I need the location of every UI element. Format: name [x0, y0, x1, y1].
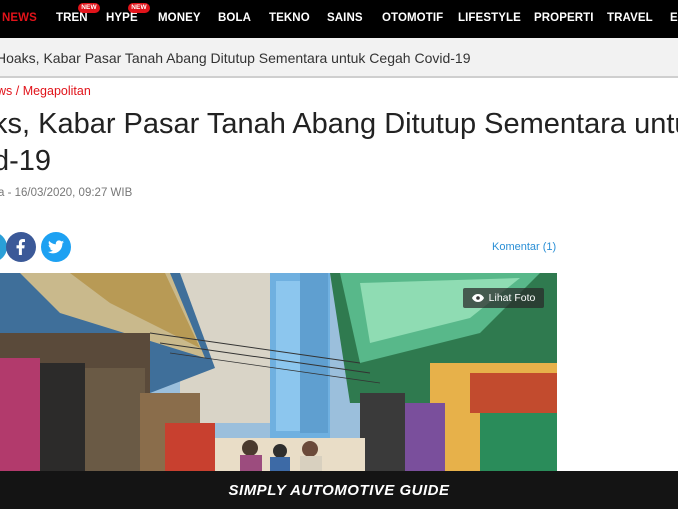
nav-item-money[interactable]: MONEY	[158, 12, 201, 24]
trending-headline-link[interactable]: Hoaks, Kabar Pasar Tanah Abang Ditutup S…	[0, 50, 470, 66]
top-nav: NEWS TREN NEW HYPE NEW MONEY BOLA TEKNO …	[0, 0, 678, 38]
trending-bar: Hoaks, Kabar Pasar Tanah Abang Ditutup S…	[0, 38, 678, 78]
view-photo-button[interactable]: Lihat Foto	[463, 288, 544, 308]
twitter-share-button[interactable]	[41, 232, 71, 262]
nav-item-travel[interactable]: TRAVEL	[607, 12, 653, 24]
article-byline: a - 16/03/2020, 09:27 WIB	[0, 187, 133, 199]
nav-item-edu[interactable]: EDU	[670, 12, 678, 24]
headline-line-1: ks, Kabar Pasar Tanah Abang Ditutup Seme…	[0, 108, 678, 140]
nav-item-bola[interactable]: BOLA	[218, 12, 251, 24]
eye-icon	[471, 294, 484, 302]
headline-line-2: d-19	[0, 145, 52, 177]
new-badge: NEW	[128, 3, 150, 13]
nav-item-sains[interactable]: SAINS	[327, 12, 363, 24]
twitter-icon	[48, 240, 64, 254]
nav-item-properti[interactable]: PROPERTI	[534, 12, 594, 24]
nav-item-hype[interactable]: HYPE NEW	[106, 3, 150, 24]
nav-item-tekno[interactable]: TEKNO	[269, 12, 310, 24]
nav-item-label: HYPE	[106, 12, 138, 24]
ad-banner-text: SIMPLY AUTOMOTIVE GUIDE	[228, 481, 450, 499]
facebook-share-button[interactable]	[6, 232, 36, 262]
new-badge: NEW	[78, 3, 100, 13]
breadcrumb[interactable]: ws / Megapolitan	[0, 84, 91, 98]
nav-item-otomotif[interactable]: OTOMOTIF	[382, 12, 443, 24]
comments-link[interactable]: Komentar (1)	[492, 241, 556, 253]
facebook-icon	[16, 239, 25, 255]
nav-item-label: TREN	[56, 12, 88, 24]
nav-item-tren[interactable]: TREN NEW	[56, 3, 100, 24]
ad-banner[interactable]: SIMPLY AUTOMOTIVE GUIDE	[0, 471, 678, 509]
view-photo-label: Lihat Foto	[488, 292, 536, 304]
nav-item-news[interactable]: NEWS	[2, 12, 37, 24]
page-title: ks, Kabar Pasar Tanah Abang Ditutup Seme…	[0, 106, 678, 180]
nav-item-lifestyle[interactable]: LIFESTYLE	[458, 12, 521, 24]
